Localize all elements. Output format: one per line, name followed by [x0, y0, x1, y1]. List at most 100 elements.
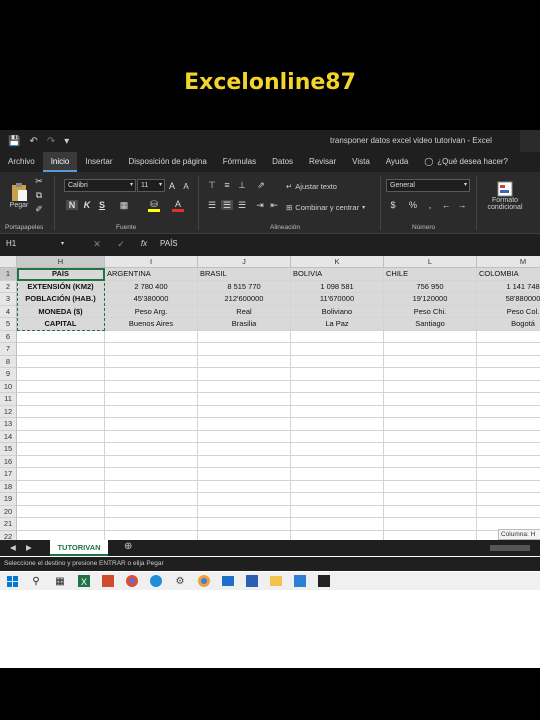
- row-header[interactable]: 10: [0, 380, 17, 393]
- align-top-icon[interactable]: ⊤: [206, 180, 218, 190]
- cell[interactable]: [477, 368, 540, 381]
- cell-capital-k[interactable]: La Paz: [291, 318, 384, 331]
- enter-icon[interactable]: ✓: [116, 239, 126, 249]
- cell[interactable]: [198, 455, 291, 468]
- format-painter-icon[interactable]: ✐: [34, 204, 44, 214]
- cell-extension-j[interactable]: 8 515 770: [198, 280, 291, 293]
- cell[interactable]: [384, 443, 477, 456]
- cell[interactable]: [384, 505, 477, 518]
- insert-function-button[interactable]: fx: [138, 239, 150, 249]
- column-header-l[interactable]: L: [384, 256, 477, 268]
- number-format-select[interactable]: General ▾: [386, 179, 470, 192]
- cell[interactable]: [291, 468, 384, 481]
- row-header[interactable]: 1: [0, 268, 17, 281]
- decrease-decimal-icon[interactable]: →: [456, 200, 468, 210]
- borders-icon[interactable]: ▦: [118, 200, 130, 210]
- cell[interactable]: [105, 493, 198, 506]
- cell[interactable]: [105, 480, 198, 493]
- align-center-icon[interactable]: ☰: [221, 200, 233, 210]
- cell[interactable]: [105, 393, 198, 406]
- cell[interactable]: [198, 493, 291, 506]
- cell[interactable]: [198, 368, 291, 381]
- scroll-left-icon[interactable]: ◀: [10, 543, 16, 552]
- fill-color-icon[interactable]: ⛁: [148, 199, 160, 212]
- cell[interactable]: [198, 430, 291, 443]
- row-header[interactable]: 17: [0, 468, 17, 481]
- cell[interactable]: [198, 443, 291, 456]
- conditional-format-button[interactable]: Formato condicional: [480, 176, 530, 216]
- cell[interactable]: [105, 343, 198, 356]
- row-header[interactable]: 13: [0, 418, 17, 431]
- italic-button[interactable]: K: [81, 200, 93, 210]
- column-header-k[interactable]: K: [291, 256, 384, 268]
- underline-button[interactable]: S: [96, 200, 108, 210]
- cell[interactable]: [17, 380, 105, 393]
- cell-pais-m[interactable]: COLOMBIA: [477, 268, 540, 281]
- row-header[interactable]: 21: [0, 518, 17, 531]
- cell[interactable]: [198, 505, 291, 518]
- cell[interactable]: [477, 456, 540, 468]
- cell-extension-h[interactable]: EXTENSIÓN (KM2): [17, 280, 105, 293]
- chrome-app-icon[interactable]: [124, 574, 140, 588]
- merge-center-button[interactable]: ⊞ Combinar y centrar ▾: [286, 201, 365, 213]
- cell[interactable]: [17, 518, 105, 531]
- cell[interactable]: [198, 343, 291, 356]
- row-header[interactable]: 4: [0, 305, 17, 318]
- wrap-text-button[interactable]: ↵ Ajustar texto: [286, 180, 337, 192]
- cell-extension-k[interactable]: 1 098 581: [291, 280, 384, 293]
- cell[interactable]: [105, 355, 198, 368]
- cell[interactable]: [477, 356, 540, 368]
- cell[interactable]: [17, 418, 105, 431]
- settings-icon[interactable]: ⚙: [172, 574, 188, 588]
- column-header-m[interactable]: M: [477, 256, 540, 268]
- cell-poblacion-l[interactable]: 19'120000: [384, 293, 477, 306]
- cell[interactable]: [477, 431, 540, 443]
- cell[interactable]: [17, 355, 105, 368]
- cell[interactable]: [291, 455, 384, 468]
- photos-app-icon[interactable]: [292, 574, 308, 588]
- tell-me-search[interactable]: ◯ ¿Qué desea hacer?: [416, 152, 516, 172]
- align-middle-icon[interactable]: ≡: [221, 180, 233, 190]
- increase-decimal-icon[interactable]: ←: [440, 200, 452, 210]
- align-bottom-icon[interactable]: ⊥: [236, 180, 248, 190]
- cell[interactable]: [17, 468, 105, 481]
- indent-icon[interactable]: ⇥: [254, 200, 266, 210]
- cell[interactable]: [384, 368, 477, 381]
- cell[interactable]: [477, 343, 540, 356]
- cell[interactable]: [17, 330, 105, 343]
- tab-vista[interactable]: Vista: [344, 152, 378, 172]
- cancel-icon[interactable]: ✕: [92, 239, 102, 249]
- task-view-icon[interactable]: ▦: [52, 574, 68, 588]
- cell[interactable]: [291, 480, 384, 493]
- worksheet-grid[interactable]: H I J K L M 1 PAÍS ARGENTINA BRASIL BOLIVIA C…: [0, 256, 540, 668]
- currency-button[interactable]: $: [388, 200, 398, 210]
- cell[interactable]: [198, 393, 291, 406]
- cell[interactable]: [17, 493, 105, 506]
- edge-app-icon[interactable]: [148, 574, 164, 588]
- column-header-j[interactable]: J: [198, 256, 291, 268]
- cell[interactable]: [198, 468, 291, 481]
- cell-capital-m[interactable]: Bogotá: [477, 318, 540, 331]
- decrease-font-icon[interactable]: A: [181, 182, 191, 192]
- cell[interactable]: [105, 430, 198, 443]
- cell-capital-h[interactable]: CAPITAL: [17, 318, 105, 331]
- cell[interactable]: [291, 418, 384, 431]
- percent-button[interactable]: %: [408, 200, 418, 210]
- cell[interactable]: [291, 443, 384, 456]
- terminal-app-icon[interactable]: [316, 574, 332, 588]
- cell[interactable]: [384, 468, 477, 481]
- cell[interactable]: [105, 455, 198, 468]
- row-header[interactable]: 20: [0, 505, 17, 518]
- cell[interactable]: [384, 393, 477, 406]
- cell[interactable]: [291, 355, 384, 368]
- cell[interactable]: [17, 393, 105, 406]
- cell[interactable]: [477, 331, 540, 343]
- browser-app-icon[interactable]: [196, 574, 212, 588]
- cell[interactable]: [291, 493, 384, 506]
- customize-qa-icon[interactable]: ▾: [64, 136, 69, 147]
- cell[interactable]: [291, 368, 384, 381]
- outdent-icon[interactable]: ⇤: [268, 200, 280, 210]
- windows-start-icon[interactable]: [4, 574, 20, 588]
- tab-formulas[interactable]: Fórmulas: [215, 152, 264, 172]
- row-header[interactable]: 2: [0, 280, 17, 293]
